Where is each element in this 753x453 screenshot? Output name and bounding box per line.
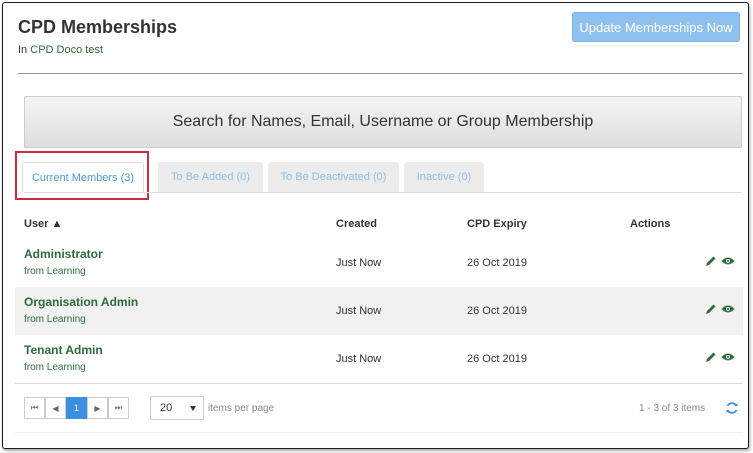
items-per-page-label: items per page	[208, 403, 275, 414]
eye-icon[interactable]	[721, 352, 735, 362]
column-header-created[interactable]: Created	[336, 218, 377, 230]
expiry-value: 26 Oct 2019	[467, 305, 527, 317]
user-name[interactable]: Tenant Admin	[24, 343, 103, 357]
row-actions	[705, 303, 735, 315]
pager-info: 1 - 3 of 3 items	[639, 403, 706, 414]
page-number-button[interactable]: 1	[66, 397, 87, 419]
user-source: from Learning	[24, 266, 86, 277]
memberships-panel: CPD Memberships In CPD Doco test Update …	[2, 2, 749, 449]
row-actions	[705, 255, 735, 267]
subtitle-prefix: In	[18, 44, 28, 56]
column-header-user[interactable]: User ▲	[24, 218, 62, 230]
tab-to-be-deactivated[interactable]: To Be Deactivated (0)	[268, 162, 399, 192]
user-name[interactable]: Organisation Admin	[24, 295, 138, 309]
created-value: Just Now	[336, 305, 382, 317]
user-name[interactable]: Administrator	[24, 247, 103, 261]
next-page-button[interactable]: ▶	[87, 397, 108, 419]
page-size-select[interactable]: 20	[150, 396, 204, 420]
table-row: Tenant Admin from Learning Just Now 26 O…	[15, 335, 743, 383]
prev-page-button[interactable]: ◀	[45, 397, 66, 419]
pagination-bar: ⏮ ◀ 1 ▶ ⏭ 20 items per page 1 - 3 of 3 i…	[15, 383, 743, 433]
expiry-value: 26 Oct 2019	[467, 353, 527, 365]
first-page-button[interactable]: ⏮	[24, 397, 45, 419]
page-title: CPD Memberships	[18, 17, 178, 37]
tab-to-be-added[interactable]: To Be Added (0)	[158, 162, 263, 192]
pencil-icon[interactable]	[705, 303, 717, 315]
pencil-icon[interactable]	[705, 351, 717, 363]
expiry-value: 26 Oct 2019	[467, 257, 527, 269]
caret-down-icon	[190, 406, 196, 411]
pencil-icon[interactable]	[705, 255, 717, 267]
update-memberships-button[interactable]: Update Memberships Now	[572, 12, 740, 42]
table-row: Administrator from Learning Just Now 26 …	[15, 239, 743, 287]
last-page-button[interactable]: ⏭	[108, 397, 129, 419]
header-divider	[18, 73, 743, 74]
eye-icon[interactable]	[721, 304, 735, 314]
eye-icon[interactable]	[721, 256, 735, 266]
user-source: from Learning	[24, 362, 86, 373]
group-link[interactable]: CPD Doco test	[30, 44, 103, 56]
user-source: from Learning	[24, 314, 86, 325]
column-header-expiry[interactable]: CPD Expiry	[467, 218, 527, 230]
created-value: Just Now	[336, 353, 382, 365]
created-value: Just Now	[336, 257, 382, 269]
row-actions	[705, 351, 735, 363]
page-subtitle: In CPD Doco test	[18, 44, 103, 56]
search-bar[interactable]: Search for Names, Email, Username or Gro…	[24, 96, 742, 148]
tab-inactive[interactable]: Inactive (0)	[404, 162, 484, 192]
table-row: Organisation Admin from Learning Just No…	[15, 287, 743, 335]
refresh-icon[interactable]	[725, 401, 739, 415]
tabs-divider	[24, 192, 742, 193]
column-header-actions: Actions	[630, 218, 671, 230]
page-size-value: 20	[160, 402, 173, 414]
